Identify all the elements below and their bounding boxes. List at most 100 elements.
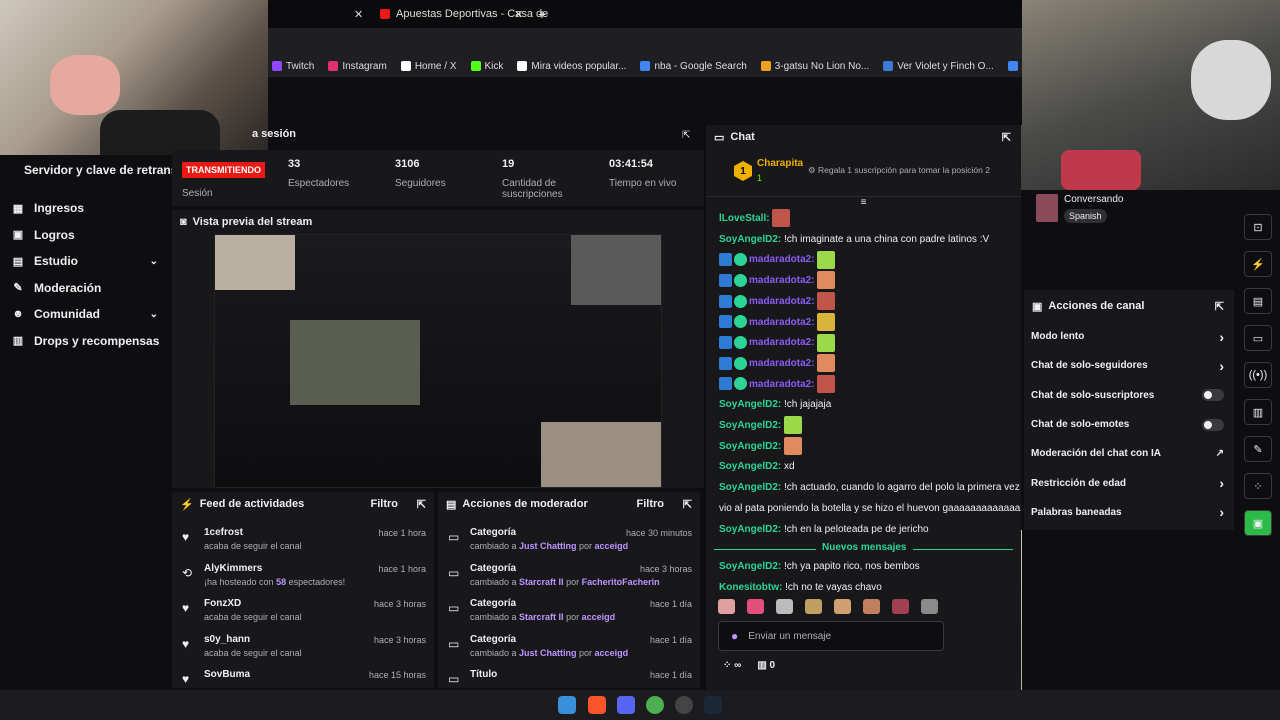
gift-prompt[interactable]: ⚙ Regala 1 suscripción para tomar la pos…	[808, 165, 990, 176]
chat-message[interactable]: madaradota2:	[706, 354, 1021, 375]
feed-filter-button[interactable]: Filtro	[371, 498, 399, 510]
chat-username[interactable]: lLoveStall	[719, 213, 766, 224]
chat-username[interactable]: madaradota2	[749, 254, 811, 265]
channel-action-chat-de-solo-suscriptores[interactable]: Chat de solo-suscriptores	[1024, 381, 1234, 410]
channel-action-palabras-baneadas[interactable]: Palabras baneadas ›	[1024, 498, 1234, 527]
mod-actor[interactable]: FacheritoFacherin	[582, 577, 660, 587]
mod-action-item[interactable]: ▭ Categoría hace 1 día cambiado a Starcraft…	[438, 595, 700, 631]
chat-username[interactable]: SoyAngelD2	[719, 234, 778, 245]
chat-username[interactable]: madaradota2	[749, 296, 811, 307]
popout-icon[interactable]: ⇱	[1002, 131, 1011, 144]
stream-category[interactable]: Conversando	[1064, 194, 1123, 205]
new-tab-icon[interactable]: +	[538, 4, 546, 24]
mod-target[interactable]: Just Chatting	[519, 541, 577, 551]
emote-suggestion-icon[interactable]	[921, 599, 938, 614]
chat-message[interactable]: madaradota2:	[706, 333, 1021, 354]
chat-message[interactable]: SoyAngelD2: !ch jajajaja	[706, 395, 1021, 416]
windows-start-icon[interactable]	[558, 696, 576, 714]
chat-username[interactable]: SoyAngelD2	[719, 561, 778, 572]
emote-icon[interactable]	[817, 333, 836, 352]
channel-action-chat-de-solo-seguidores[interactable]: Chat de solo-seguidores ›	[1024, 351, 1234, 380]
bookmark-item[interactable]: Twitch	[272, 61, 314, 72]
chevron-down-icon[interactable]: ⌄	[150, 309, 158, 320]
stream-preview-video[interactable]	[214, 234, 662, 488]
emote-icon[interactable]	[817, 312, 836, 331]
chat-message[interactable]: vio al pata poniendo la botella y se hiz…	[706, 499, 1021, 520]
modact-filter-button[interactable]: Filtro	[637, 498, 665, 510]
feed-item[interactable]: ⟲ AlyKimmers hace 1 hora ¡ha hosteado con 5…	[172, 560, 434, 596]
discord-icon[interactable]	[617, 696, 635, 714]
chat-message[interactable]: madaradota2:	[706, 250, 1021, 271]
emote-icon[interactable]	[817, 250, 836, 269]
mod-action-item[interactable]: ▭ Categoría hace 30 minutos cambiado a Just…	[438, 524, 700, 560]
mod-target[interactable]: Just Chatting	[519, 648, 577, 658]
emote-suggestion-icon[interactable]	[892, 599, 909, 614]
chat-username[interactable]: Konesitobtw	[719, 582, 779, 593]
chat-message[interactable]: SoyAngelD2: !ch en la peloteada pe de je…	[706, 520, 1021, 541]
emote-icon[interactable]	[817, 292, 836, 311]
mod-action-item[interactable]: ▭ Categoría hace 3 horas cambiado a Starcra…	[438, 560, 700, 596]
chevron-right-icon[interactable]: ›	[1219, 475, 1224, 491]
mod-target[interactable]: Starcraft II	[519, 612, 564, 622]
emote-icon[interactable]	[784, 416, 803, 435]
chat-message[interactable]: madaradota2:	[706, 374, 1021, 396]
bookmark-item[interactable]: beautiful boy cueva...	[1007, 61, 1022, 72]
bookmark-item[interactable]: Mira videos popular...	[517, 61, 626, 72]
popout-icon[interactable]: ⇱	[417, 498, 426, 511]
pinned-user[interactable]: Charapita	[757, 158, 803, 169]
sidebar-item-estudio[interactable]: ▤ Estudio ⌄	[0, 248, 172, 275]
emote-suggestion-icon[interactable]	[776, 599, 793, 614]
chat-username[interactable]: madaradota2	[749, 317, 811, 328]
popout-icon[interactable]: ⇱	[1215, 300, 1224, 313]
bookmark-item[interactable]: Instagram	[328, 61, 387, 72]
game-icon[interactable]: ▣	[1244, 510, 1272, 536]
chat-bubble-icon[interactable]: ▭	[1244, 325, 1272, 351]
emote-icon[interactable]	[817, 354, 836, 373]
clip-icon[interactable]: ⊡	[1244, 214, 1272, 240]
notes-icon[interactable]: ▤	[1244, 288, 1272, 314]
bookmark-item[interactable]: Home / X	[400, 61, 457, 72]
channel-action-moderación-del-chat-con-ia[interactable]: Moderación del chat con IA ↗	[1024, 439, 1234, 468]
chevron-right-icon[interactable]: ›	[1219, 504, 1224, 520]
mod-actor[interactable]: acceigd	[595, 541, 629, 551]
emote-suggestion-icon[interactable]	[805, 599, 822, 614]
mod-target[interactable]: Starcraft II	[519, 577, 564, 587]
chat-username[interactable]: SoyAngelD2	[719, 524, 778, 535]
chat-message[interactable]: madaradota2:	[706, 292, 1021, 313]
emote-icon[interactable]	[817, 271, 836, 290]
chat-message[interactable]: SoyAngelD2: xd	[706, 457, 1021, 478]
new-messages-divider[interactable]: Nuevos mensajes	[706, 541, 1021, 557]
chat-username[interactable]: madaradota2	[749, 358, 811, 369]
chat-message[interactable]: madaradota2:	[706, 312, 1021, 334]
emote-suggestion-icon[interactable]	[834, 599, 851, 614]
bits-balance[interactable]: ▥ 0	[757, 660, 775, 671]
chat-username[interactable]: madaradota2	[749, 275, 811, 286]
channel-action-chat-de-solo-emotes[interactable]: Chat de solo-emotes	[1024, 410, 1234, 439]
external-link-icon[interactable]: ↗	[1216, 448, 1224, 459]
chat-username[interactable]: madaradota2	[749, 337, 811, 348]
chat-message[interactable]: madaradota2:	[706, 271, 1021, 292]
chat-message[interactable]: SoyAngelD2:	[706, 416, 1021, 437]
lightning-icon[interactable]: ⚡	[1244, 251, 1272, 277]
chat-username[interactable]: SoyAngelD2	[719, 461, 778, 472]
mod-actor[interactable]: acceigd	[582, 612, 616, 622]
obs-icon[interactable]	[675, 696, 693, 714]
chat-message[interactable]: SoyAngelD2: !ch actuado, cuando lo agarr…	[706, 478, 1021, 499]
sidebar-item-moderación[interactable]: ✎ Moderación	[0, 275, 172, 302]
channel-action-modo-lento[interactable]: Modo lento ›	[1024, 322, 1234, 351]
channel-action-restricción-de-edad[interactable]: Restricción de edad ›	[1024, 468, 1234, 497]
brave-browser-icon[interactable]	[588, 696, 606, 714]
emote-suggestion-icon[interactable]	[863, 599, 880, 614]
feed-item[interactable]: ♥ FonzXD hace 3 horas acaba de seguir el ca…	[172, 595, 434, 631]
bookmark-item[interactable]: Kick	[470, 61, 503, 72]
category-thumbnail[interactable]	[1036, 194, 1058, 222]
toggle-switch[interactable]	[1202, 389, 1224, 402]
collapse-icon[interactable]: ≡	[706, 197, 1021, 209]
sidebar-item-ingresos[interactable]: ▦ Ingresos	[0, 195, 172, 222]
chat-message[interactable]: SoyAngelD2: !ch ya papito rico, nos bemb…	[706, 557, 1021, 578]
chat-message[interactable]: SoyAngelD2:	[706, 437, 1021, 458]
mod-actor[interactable]: acceigd	[595, 648, 629, 658]
bookmark-item[interactable]: Ver Violet y Finch O...	[883, 61, 994, 72]
bookmark-item[interactable]: 3-gatsu No Lion No...	[760, 61, 869, 72]
sidebar-item-drops-y-recompensas[interactable]: ▥ Drops y recompensas	[0, 328, 172, 355]
